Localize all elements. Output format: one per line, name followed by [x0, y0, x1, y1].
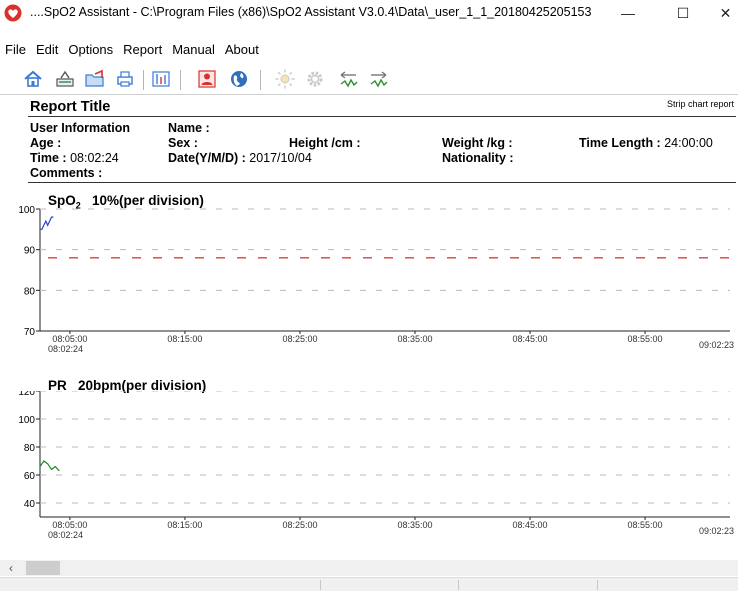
print-icon[interactable]	[114, 68, 136, 90]
time-length-label: Time Length :	[579, 136, 661, 150]
comments-label: Comments :	[30, 166, 103, 180]
x-end-label: 09:02:23	[699, 340, 734, 350]
status-separator	[458, 580, 459, 590]
x-tick-label: 08:35:00	[397, 334, 432, 344]
scrollbar-thumb[interactable]	[26, 561, 60, 575]
menu-bar: File Edit Options Report Manual About	[0, 40, 264, 60]
home-icon[interactable]	[22, 68, 44, 90]
toolbar-separator	[143, 70, 144, 90]
toolbar	[0, 64, 738, 95]
x-tick-label: 08:25:00	[282, 334, 317, 344]
menu-about[interactable]: About	[220, 40, 264, 60]
x-tick-label: 08:45:00	[513, 520, 548, 530]
spo2-chart: 100 90 80 70 08:05:00 08:15:00 08:25:00 08:35:0…	[18, 205, 734, 354]
device-icon[interactable]	[54, 68, 76, 90]
minimize-button[interactable]: —	[608, 0, 648, 26]
divider	[28, 182, 736, 183]
time-field: Time : 08:02:24	[30, 151, 119, 166]
menu-options[interactable]: Options	[63, 40, 118, 60]
x-start-label: 08:02:24	[48, 530, 83, 540]
status-separator	[597, 580, 598, 590]
series-line	[39, 460, 60, 472]
horizontal-scrollbar[interactable]: ‹	[0, 560, 738, 576]
y-tick-label: 90	[24, 246, 36, 257]
toolbar-separator	[180, 70, 181, 90]
y-tick-label: 80	[24, 443, 36, 454]
height-field: Height /cm :	[289, 136, 361, 151]
y-tick-label: 100	[18, 415, 35, 426]
x-tick-label: 08:45:00	[513, 334, 548, 344]
date-field: Date(Y/M/D) : 2017/10/04	[168, 151, 312, 166]
y-tick-label: 120	[18, 391, 35, 398]
window-title: ....SpO2 Assistant - C:\Program Files (x…	[30, 5, 592, 19]
status-bar	[0, 577, 738, 591]
series-line	[40, 216, 54, 230]
report-area: Report Title Strip chart report User Inf…	[0, 95, 738, 560]
x-tick-label: 08:05:00	[52, 520, 87, 530]
report-title: Report Title	[30, 99, 111, 115]
y-tick-label: 60	[24, 471, 36, 482]
date-value: 2017/10/04	[245, 151, 312, 165]
menu-file[interactable]: File	[0, 40, 31, 60]
x-tick-label: 08:15:00	[167, 520, 202, 530]
y-tick-label: 100	[18, 205, 35, 216]
sex-field: Sex :	[168, 136, 198, 151]
x-tick-label: 08:15:00	[167, 334, 202, 344]
name-label: Name :	[168, 121, 210, 135]
close-button[interactable]: ✕	[713, 0, 738, 26]
y-tick-label: 80	[24, 286, 36, 297]
nationality-field: Nationality :	[442, 151, 514, 166]
time-length-field: Time Length : 24:00:00	[579, 136, 713, 151]
menu-edit[interactable]: Edit	[31, 40, 63, 60]
sex-label: Sex :	[168, 136, 198, 150]
wave-left-icon[interactable]	[338, 68, 360, 90]
x-end-label: 09:02:23	[699, 526, 734, 536]
settings-gear-icon[interactable]	[304, 68, 326, 90]
nationality-label: Nationality :	[442, 151, 514, 165]
user-info-icon[interactable]	[196, 68, 218, 90]
height-label: Height /cm :	[289, 136, 361, 150]
x-tick-label: 08:35:00	[397, 520, 432, 530]
menu-report[interactable]: Report	[118, 40, 167, 60]
menu-manual[interactable]: Manual	[167, 40, 220, 60]
divider	[28, 116, 736, 117]
age-label: Age :	[30, 136, 62, 150]
wave-right-icon[interactable]	[368, 68, 390, 90]
y-tick-label: 70	[24, 327, 36, 338]
name-field: Name :	[168, 121, 210, 136]
maximize-button[interactable]: ☐	[663, 0, 703, 26]
title-bar[interactable]: ....SpO2 Assistant - C:\Program Files (x…	[0, 0, 738, 26]
sun-icon[interactable]	[274, 68, 296, 90]
globe-icon[interactable]	[228, 68, 250, 90]
open-icon[interactable]	[84, 68, 106, 90]
x-start-label: 08:02:24	[48, 344, 83, 354]
scroll-left-arrow-icon[interactable]: ‹	[4, 560, 18, 576]
date-label: Date(Y/M/D) :	[168, 151, 246, 165]
time-label: Time :	[30, 151, 67, 165]
time-length-value: 24:00:00	[660, 136, 713, 150]
pr-chart: 120 100 80 60 40 08:05:00 08:15:00 08:25:00 08:3…	[18, 391, 734, 540]
time-value: 08:02:24	[66, 151, 119, 165]
x-tick-label: 08:05:00	[52, 334, 87, 344]
toolbar-separator	[260, 70, 261, 90]
x-tick-label: 08:55:00	[628, 334, 663, 344]
weight-label: Weight /kg :	[442, 136, 513, 150]
x-tick-label: 08:25:00	[282, 520, 317, 530]
y-tick-label: 40	[24, 499, 36, 510]
weight-field: Weight /kg :	[442, 136, 513, 151]
status-separator	[320, 580, 321, 590]
chart-icon[interactable]	[150, 68, 172, 90]
age-field: Age :	[30, 136, 61, 151]
app-heart-icon	[4, 4, 22, 22]
user-information-label: User Information	[30, 121, 131, 135]
report-mode-label: Strip chart report	[666, 99, 734, 109]
x-tick-label: 08:55:00	[628, 520, 663, 530]
